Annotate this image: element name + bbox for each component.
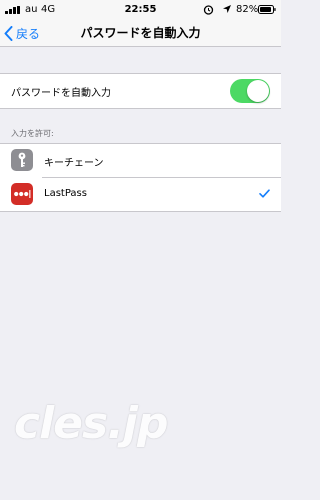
list-item-lastpass[interactable]: LastPass (0, 178, 281, 211)
alarm-icon (203, 5, 214, 15)
autofill-toggle[interactable] (230, 79, 270, 103)
location-icon (223, 5, 231, 13)
lastpass-icon (11, 183, 33, 205)
toggle-knob (247, 80, 269, 102)
checkmark-icon (259, 189, 270, 198)
provider-list: キーチェーン LastPass (0, 143, 281, 212)
battery-percent: 82% (236, 4, 259, 15)
navigation-bar: 戻る パスワードを自動入力 (0, 20, 281, 47)
battery-icon (258, 5, 276, 14)
status-bar: au 4G 22:55 82% (0, 0, 281, 20)
key-icon (11, 149, 33, 171)
autofill-label: パスワードを自動入力 (11, 88, 111, 99)
section-header: 入力を許可: (11, 129, 54, 138)
lastpass-label: LastPass (44, 188, 87, 199)
watermark: cles.jp (14, 398, 168, 449)
list-item-keychain[interactable]: キーチェーン (0, 144, 281, 178)
autofill-row: パスワードを自動入力 (0, 73, 281, 109)
page-title: パスワードを自動入力 (80, 26, 201, 40)
keychain-label: キーチェーン (44, 158, 104, 169)
